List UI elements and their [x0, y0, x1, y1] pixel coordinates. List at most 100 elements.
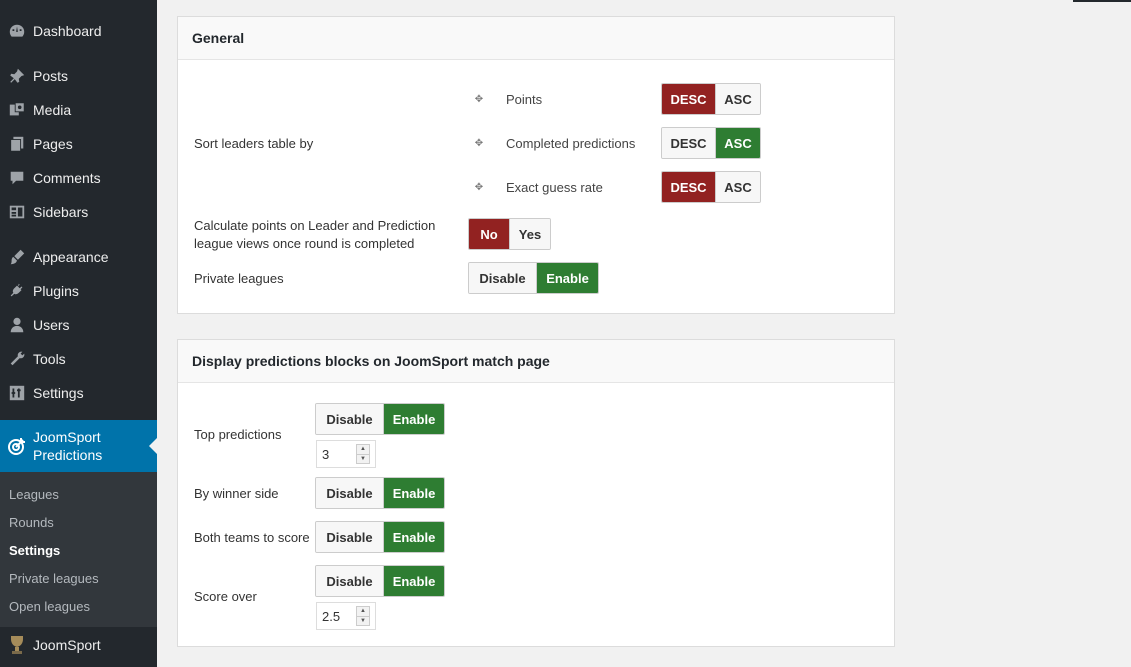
- sidebar-item-label: Dashboard: [33, 23, 102, 39]
- submenu-item-rounds[interactable]: Rounds: [0, 509, 157, 537]
- display-predictions-panel: Display predictions blocks on JoomSport …: [177, 339, 895, 647]
- enable-button[interactable]: Enable: [383, 566, 444, 596]
- active-indicator: [149, 438, 157, 454]
- sidebar-item-posts[interactable]: Posts: [0, 59, 157, 93]
- sidebar-item-joomsport-predictions[interactable]: JoomSport Predictions: [0, 420, 157, 472]
- disable-button[interactable]: Disable: [316, 404, 383, 434]
- pages-icon: [0, 135, 33, 153]
- sidebar-item-label: Pages: [33, 136, 73, 152]
- calculate-points-toggle[interactable]: No Yes: [468, 218, 551, 250]
- sidebar-item-joomsport[interactable]: JoomSport: [0, 628, 157, 662]
- asc-button[interactable]: ASC: [715, 84, 760, 114]
- disable-button[interactable]: Disable: [469, 263, 536, 293]
- sidebar-item-tools[interactable]: Tools: [0, 342, 157, 376]
- asc-button[interactable]: ASC: [715, 128, 760, 158]
- sidebar-item-media[interactable]: Media: [0, 93, 157, 127]
- sort-row-exact-guess-rate[interactable]: ✥ Exact guess rate: [474, 180, 603, 195]
- sidebar-item-sidebars[interactable]: Sidebars: [0, 195, 157, 229]
- submenu-item-leagues[interactable]: Leagues: [0, 481, 157, 509]
- stepper-buttons[interactable]: ▲ ▼: [356, 606, 370, 626]
- media-icon: [0, 101, 33, 119]
- sidebar-item-dashboard[interactable]: Dashboard: [0, 14, 157, 48]
- sidebar-item-label-line2: Predictions: [33, 447, 103, 463]
- dashboard-icon: [0, 22, 33, 40]
- sort-completed-toggle[interactable]: DESC ASC: [661, 127, 761, 159]
- top-predictions-input[interactable]: [317, 446, 353, 462]
- target-icon: [0, 436, 33, 456]
- enable-button[interactable]: Enable: [383, 478, 444, 508]
- drag-handle-icon[interactable]: ✥: [474, 138, 484, 149]
- desc-button[interactable]: DESC: [662, 172, 715, 202]
- settings-icon: [0, 384, 33, 402]
- private-leagues-toggle[interactable]: Disable Enable: [468, 262, 599, 294]
- sort-row-points[interactable]: ✥ Points: [474, 92, 542, 107]
- calculate-points-label: Calculate points on Leader and Predictio…: [194, 218, 436, 251]
- stepper-down-icon[interactable]: ▼: [357, 615, 369, 625]
- top-predictions-stepper[interactable]: ▲ ▼: [316, 440, 376, 468]
- both-teams-label: Both teams to score: [194, 530, 310, 545]
- enable-button[interactable]: Enable: [383, 522, 444, 552]
- score-over-label: Score over: [194, 589, 257, 604]
- general-panel-title: General: [178, 17, 894, 60]
- sort-points-toggle[interactable]: DESC ASC: [661, 83, 761, 115]
- sidebar-item-label: Comments: [33, 170, 101, 186]
- sidebar-item-label: Tools: [33, 351, 66, 367]
- brush-icon: [0, 248, 33, 266]
- sort-row-label: Completed predictions: [506, 136, 636, 151]
- stepper-down-icon[interactable]: ▼: [357, 453, 369, 463]
- sort-exact-toggle[interactable]: DESC ASC: [661, 171, 761, 203]
- disable-button[interactable]: Disable: [316, 522, 383, 552]
- sidebar-item-label-line1: JoomSport: [33, 429, 101, 445]
- both-teams-toggle[interactable]: Disable Enable: [315, 521, 445, 553]
- user-icon: [0, 316, 33, 334]
- sidebar-item-pages[interactable]: Pages: [0, 127, 157, 161]
- asc-button[interactable]: ASC: [715, 172, 760, 202]
- score-over-toggle[interactable]: Disable Enable: [315, 565, 445, 597]
- score-over-input[interactable]: [317, 608, 353, 624]
- sidebar-item-label: Sidebars: [33, 204, 89, 220]
- display-panel-title: Display predictions blocks on JoomSport …: [178, 340, 894, 383]
- submenu-item-private-leagues[interactable]: Private leagues: [0, 565, 157, 593]
- sidebar-item-appearance[interactable]: Appearance: [0, 240, 157, 274]
- sidebar-item-plugins[interactable]: Plugins: [0, 274, 157, 308]
- sidebar-item-settings[interactable]: Settings: [0, 376, 157, 410]
- top-predictions-toggle[interactable]: Disable Enable: [315, 403, 445, 435]
- sidebar-item-label: Media: [33, 102, 72, 118]
- desc-button[interactable]: DESC: [662, 84, 715, 114]
- sort-row-completed-predictions[interactable]: ✥ Completed predictions: [474, 136, 636, 151]
- sidebar-item-comments[interactable]: Comments: [0, 161, 157, 195]
- by-winner-side-label: By winner side: [194, 486, 279, 501]
- admin-sidebar: Dashboard Posts Media Pages Comments Sid…: [0, 0, 157, 667]
- sidebar-item-label: Settings: [33, 385, 84, 401]
- general-panel: General Sort leaders table by ✥ Points D…: [177, 16, 895, 314]
- sidebar-item-label: Appearance: [33, 249, 109, 265]
- drag-handle-icon[interactable]: ✥: [474, 94, 484, 105]
- submenu-item-open-leagues[interactable]: Open leagues: [0, 593, 157, 621]
- submenu: Leagues Rounds Settings Private leagues …: [0, 472, 157, 627]
- stepper-up-icon[interactable]: ▲: [357, 445, 369, 454]
- disable-button[interactable]: Disable: [316, 566, 383, 596]
- wrench-icon: [0, 350, 33, 368]
- submenu-item-settings[interactable]: Settings: [0, 537, 157, 565]
- stepper-up-icon[interactable]: ▲: [357, 607, 369, 616]
- no-button[interactable]: No: [469, 219, 509, 249]
- enable-button[interactable]: Enable: [383, 404, 444, 434]
- disable-button[interactable]: Disable: [316, 478, 383, 508]
- sidebar-item-label: JoomSport: [33, 637, 101, 653]
- sidebar-item-label: Users: [33, 317, 70, 333]
- desc-button[interactable]: DESC: [662, 128, 715, 158]
- by-winner-side-toggle[interactable]: Disable Enable: [315, 477, 445, 509]
- sidebar-item-label: Posts: [33, 68, 69, 84]
- sort-row-label: Points: [506, 92, 543, 107]
- top-edge: [1073, 0, 1131, 2]
- pin-icon: [0, 67, 33, 85]
- yes-button[interactable]: Yes: [509, 219, 550, 249]
- sidebars-icon: [0, 203, 33, 221]
- private-leagues-label: Private leagues: [194, 271, 284, 286]
- score-over-stepper[interactable]: ▲ ▼: [316, 602, 376, 630]
- drag-handle-icon[interactable]: ✥: [474, 182, 484, 193]
- stepper-buttons[interactable]: ▲ ▼: [356, 444, 370, 464]
- sidebar-item-label: Plugins: [33, 283, 79, 299]
- enable-button[interactable]: Enable: [536, 263, 598, 293]
- sidebar-item-users[interactable]: Users: [0, 308, 157, 342]
